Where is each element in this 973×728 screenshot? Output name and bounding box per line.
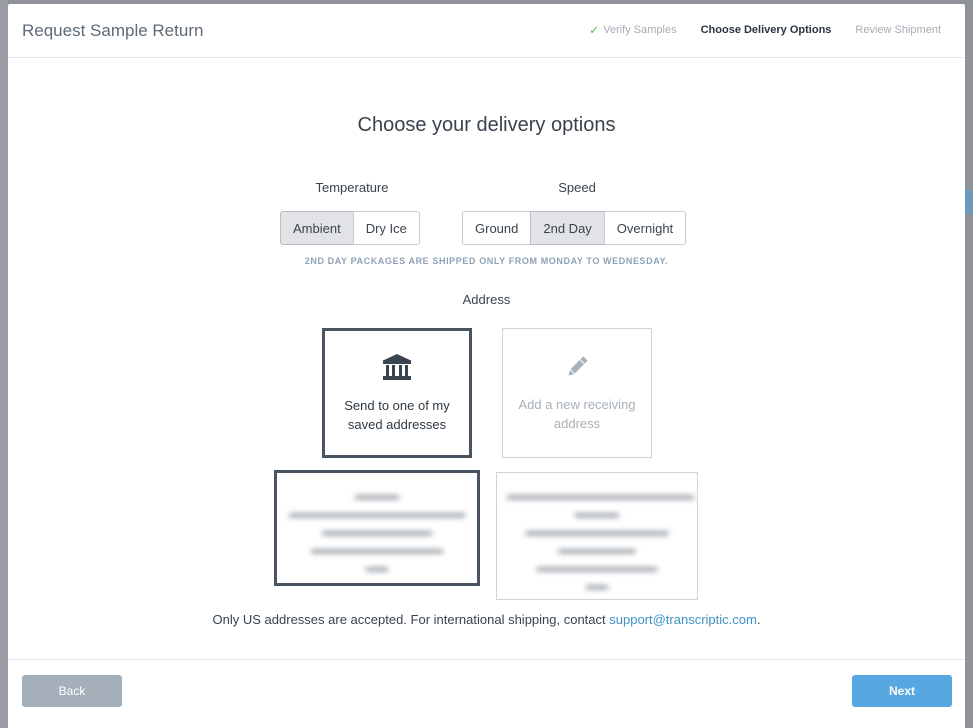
- wizard-steps: ✓ Verify Samples Choose Delivery Options…: [589, 23, 941, 37]
- step-label: Choose Delivery Options: [700, 24, 832, 36]
- modal-footer: Back Next: [8, 659, 965, 728]
- saved-address-option-selected[interactable]: ▬▬▬▬ ▬▬▬▬▬▬▬▬▬▬▬▬▬▬▬▬ ▬▬▬▬▬▬▬▬▬▬ ▬▬▬▬▬▬▬▬▬▬…: [274, 470, 480, 586]
- support-email-link[interactable]: support@transcriptic.com: [609, 612, 757, 627]
- step-verify-samples: ✓ Verify Samples: [589, 23, 676, 37]
- modal-title: Request Sample Return: [22, 21, 204, 40]
- speed-label: Speed: [558, 180, 596, 195]
- footnote-suffix: .: [756, 612, 761, 627]
- address-label: Address: [462, 292, 511, 307]
- bank-icon: [381, 353, 413, 386]
- speed-overnight-button[interactable]: Overnight: [603, 211, 687, 245]
- new-address-label: Add a new receiving address: [518, 396, 636, 431]
- pencil-icon: [564, 354, 590, 385]
- temperature-label: Temperature: [315, 180, 389, 195]
- temperature-dry-ice-button[interactable]: Dry Ice: [352, 211, 420, 245]
- address-footnote: Only US addresses are accepted. For inte…: [8, 612, 965, 627]
- request-return-modal: Request Sample Return ✓ Verify Samples C…: [8, 4, 965, 728]
- new-address-card[interactable]: Add a new receiving address: [502, 328, 652, 458]
- step-label: Review Shipment: [855, 24, 941, 36]
- background-strip: [0, 0, 8, 728]
- redacted-address: ▬▬▬▬▬▬▬▬▬▬▬▬▬▬▬▬▬▬▬▬▬▬▬▬▬▬▬▬▬▬▬▬▬▬▬▬▬▬▬▬…: [289, 490, 465, 574]
- next-button[interactable]: Next: [852, 675, 952, 707]
- step-review-shipment: Review Shipment: [855, 23, 941, 37]
- check-icon: ✓: [589, 23, 600, 37]
- speed-2nd-day-button[interactable]: 2nd Day: [530, 211, 605, 245]
- step-choose-delivery: Choose Delivery Options: [701, 23, 832, 37]
- speed-ground-button[interactable]: Ground: [462, 211, 532, 245]
- redacted-address: ▬▬▬▬▬▬▬▬▬▬▬▬▬▬▬▬▬▬▬▬▬▬▬▬▬▬▬▬▬▬▬▬▬▬▬▬▬▬▬▬…: [507, 490, 694, 592]
- back-button[interactable]: Back: [22, 675, 122, 707]
- background-accent: [965, 190, 973, 214]
- modal-header: Request Sample Return ✓ Verify Samples C…: [8, 4, 965, 58]
- step-label: Verify Samples: [603, 24, 677, 36]
- shipping-notice: 2ND DAY PACKAGES ARE SHIPPED ONLY FROM M…: [304, 256, 669, 266]
- page-title: Choose your delivery options: [357, 114, 616, 136]
- speed-toggle: Ground 2nd Day Overnight: [462, 211, 687, 245]
- temperature-toggle: Ambient Dry Ice: [280, 211, 420, 245]
- saved-addresses-card[interactable]: Send to one of my saved addresses: [322, 328, 472, 458]
- saved-addresses-label: Send to one of my saved addresses: [344, 397, 450, 432]
- footnote-text: Only US addresses are accepted. For inte…: [212, 612, 610, 627]
- saved-address-option[interactable]: ▬▬▬▬▬▬▬▬▬▬▬▬▬▬▬▬▬ ▬▬▬▬ ▬▬▬▬▬▬▬▬▬▬▬▬▬ ▬▬▬▬▬▬…: [496, 472, 698, 600]
- temperature-ambient-button[interactable]: Ambient: [280, 211, 354, 245]
